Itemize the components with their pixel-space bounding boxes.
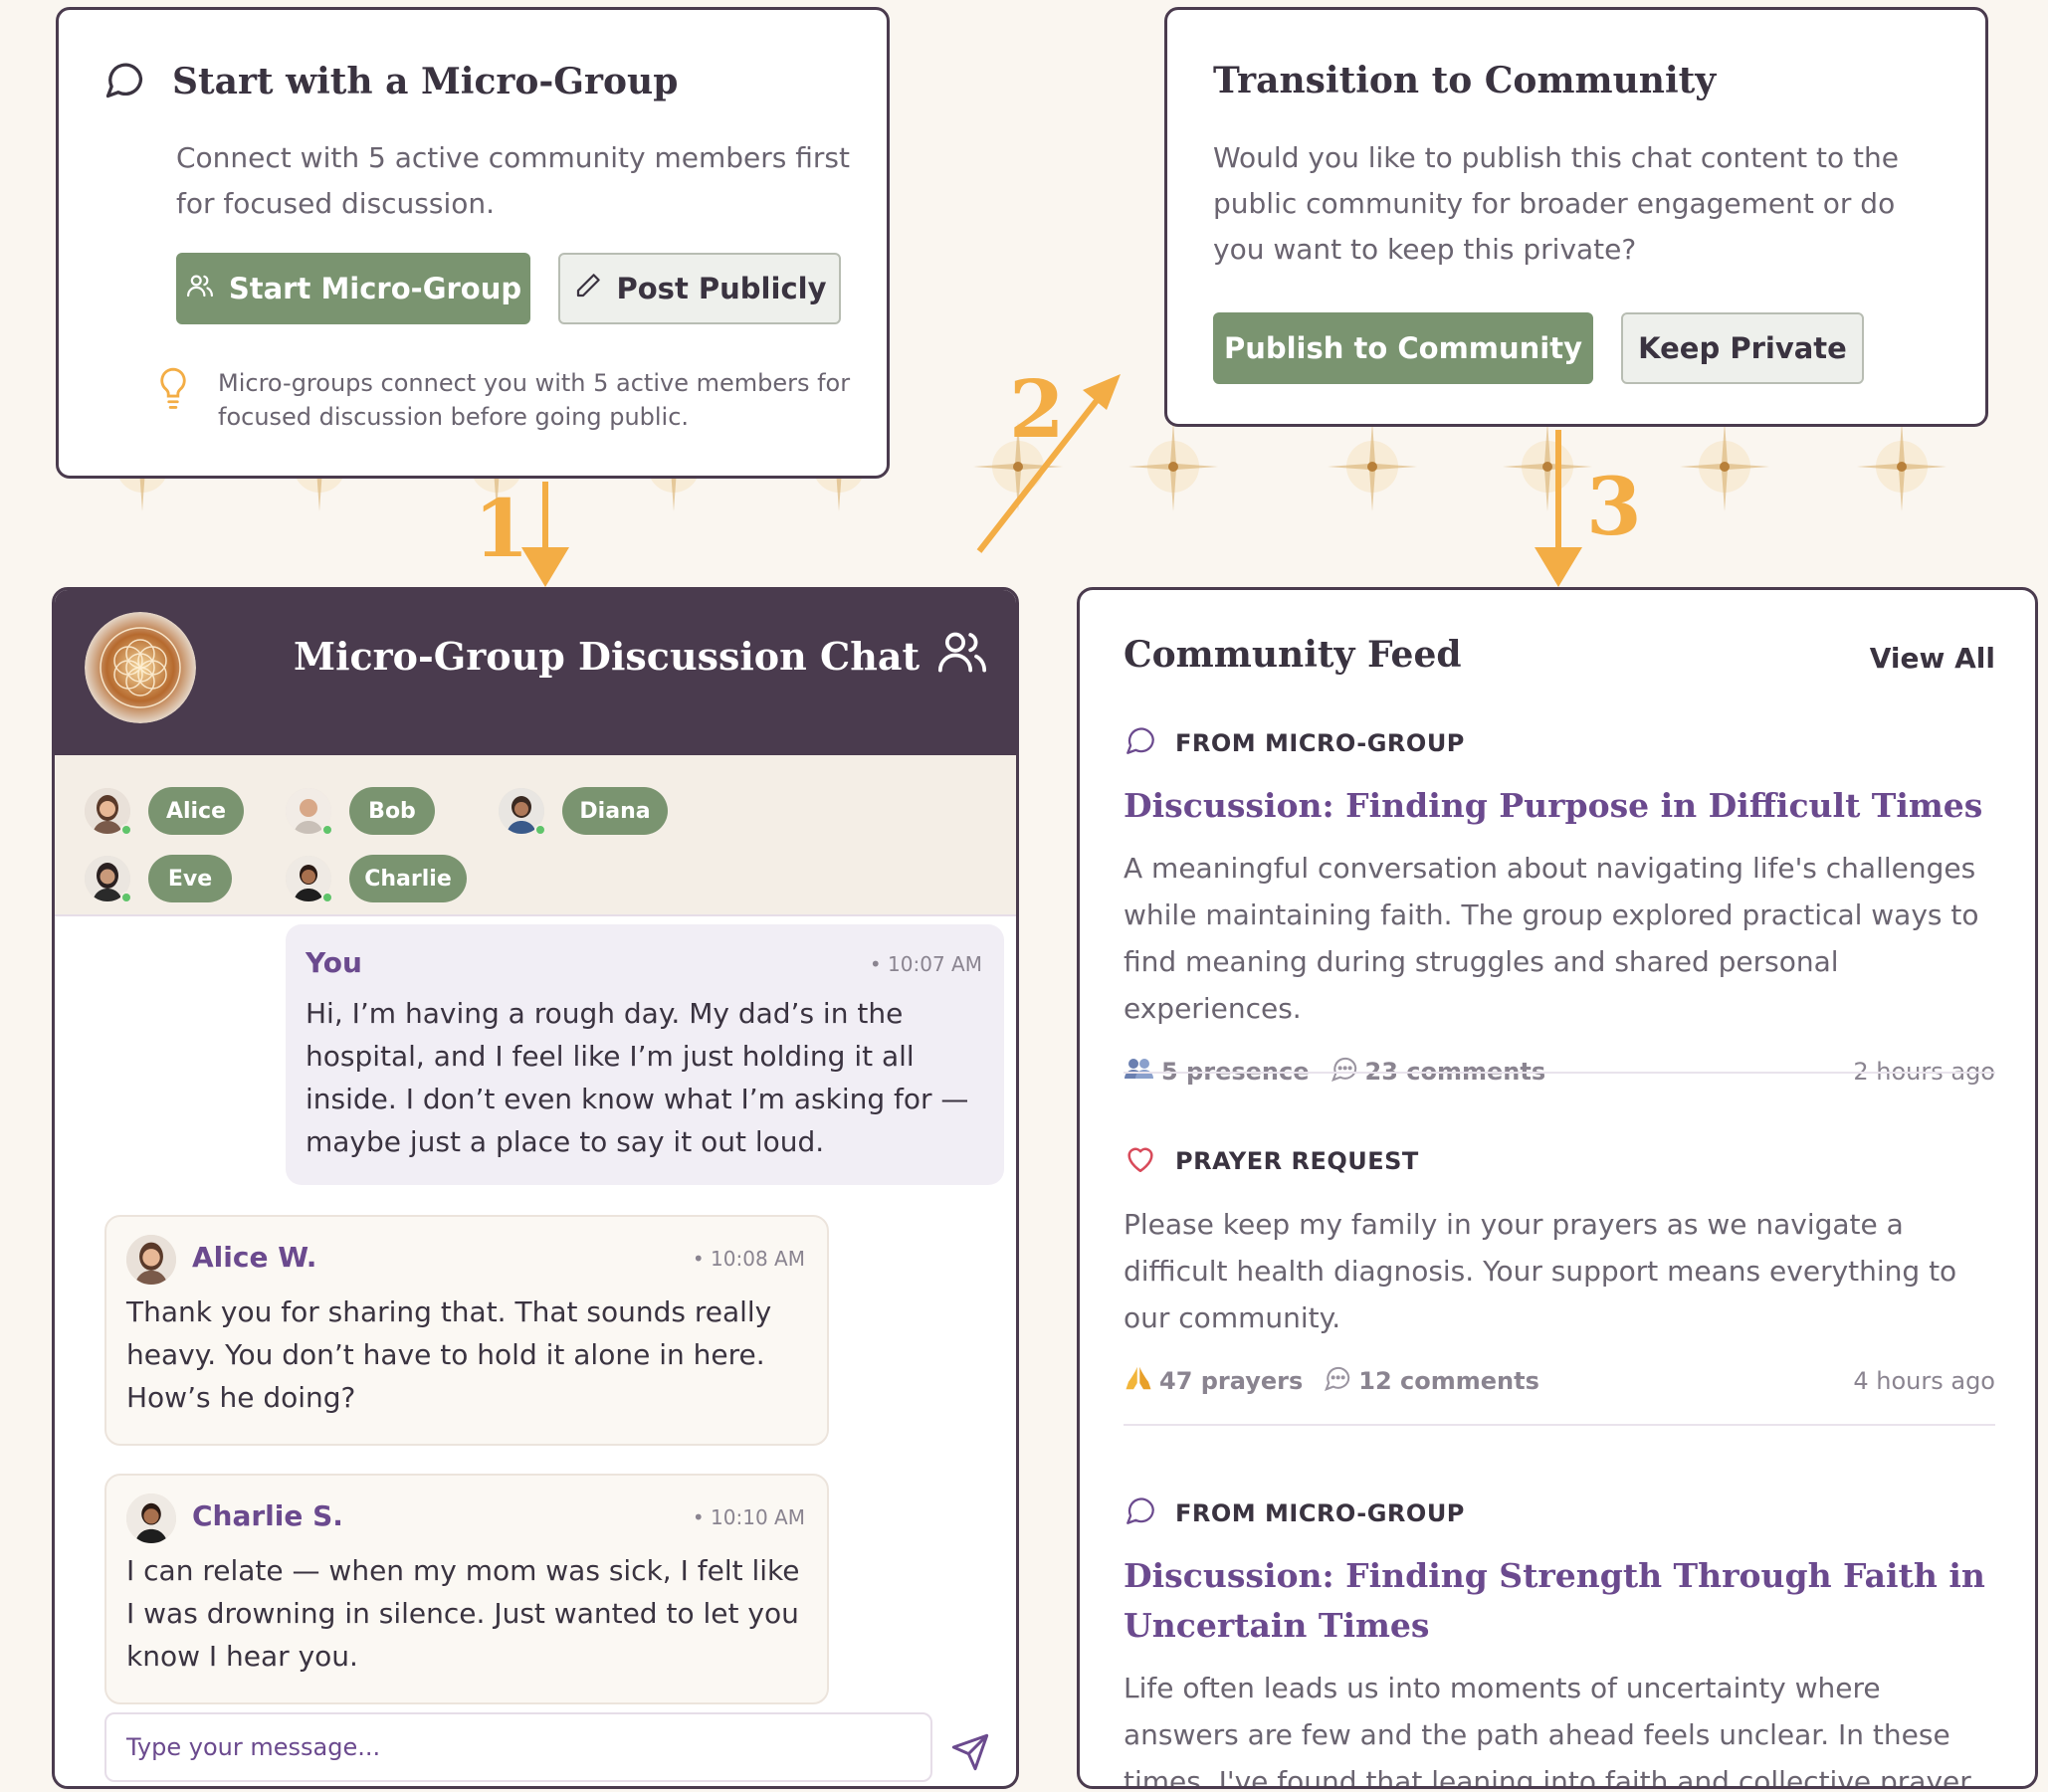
post-body: A meaningful conversation about navigati… (1124, 852, 1979, 1025)
arrow-step-3 (1535, 430, 1582, 587)
chat-message: Charlie S. • 10:10 AM I can relate — whe… (104, 1474, 829, 1704)
member-eve[interactable]: Eve (85, 855, 232, 903)
post-kind: FROM MICRO-GROUP (1124, 723, 1995, 763)
avatar (85, 788, 132, 836)
avatar (286, 788, 333, 836)
message-input[interactable]: Type your message... (104, 1712, 932, 1782)
start-micro-group-label: Start Micro-Group (228, 272, 522, 305)
message-author: Alice W. (192, 1241, 317, 1274)
keep-private-button[interactable]: Keep Private (1621, 312, 1864, 384)
sparkle-decoration (1670, 412, 1779, 521)
step-3-label: 3 (1586, 460, 1642, 553)
post-kind-label: FROM MICRO-GROUP (1175, 729, 1465, 757)
feed-post[interactable]: PRAYER REQUEST Please keep my family in … (1124, 1141, 1995, 1399)
post-body: Life often leads us into moments of unce… (1124, 1672, 1971, 1789)
prayers-stat[interactable]: 47 prayers (1124, 1363, 1303, 1399)
micro-group-card: Start with a Micro-Group Connect with 5 … (56, 7, 890, 479)
post-kind: FROM MICRO-GROUP (1124, 1493, 1995, 1533)
chat-title: Micro-Group Discussion Chat (294, 634, 921, 679)
chat-header: Micro-Group Discussion Chat (55, 590, 1016, 755)
community-logo (85, 612, 196, 723)
feed-post[interactable]: FROM MICRO-GROUP Discussion: Finding Str… (1124, 1493, 1995, 1789)
avatar (126, 1235, 176, 1285)
message-time: • 10:07 AM (869, 952, 982, 976)
members-icon[interactable] (934, 624, 990, 684)
feed-post[interactable]: FROM MICRO-GROUP Discussion: Finding Pur… (1124, 723, 1995, 1090)
avatar (85, 856, 132, 903)
member-charlie[interactable]: Charlie (286, 855, 467, 903)
post-meta: 47 prayers 12 comments 4 hours ago (1124, 1363, 1995, 1399)
sparkle-decoration (1847, 412, 1956, 521)
micro-group-tip-text: Micro-groups connect you with 5 active m… (218, 369, 851, 431)
prayer-hands-icon (1124, 1363, 1153, 1399)
post-publicly-label: Post Publicly (616, 272, 827, 305)
users-icon (185, 271, 215, 307)
comments-count: 12 comments (1358, 1367, 1539, 1395)
post-title[interactable]: Discussion: Finding Strength Through Fai… (1124, 1551, 1995, 1651)
chat-bubble-icon (102, 58, 146, 105)
avatar (286, 856, 333, 903)
member-chip: Alice (148, 787, 244, 835)
chat-bubble-icon (1124, 723, 1157, 763)
post-title[interactable]: Discussion: Finding Purpose in Difficult… (1124, 781, 1995, 831)
member-chip: Eve (148, 855, 232, 902)
message-text: Thank you for sharing that. That sounds … (126, 1295, 772, 1414)
micro-group-card-header: Start with a Micro-Group (102, 58, 678, 105)
post-publicly-button[interactable]: Post Publicly (558, 253, 841, 324)
micro-group-chat: Micro-Group Discussion Chat Alice Bob Di… (52, 587, 1019, 1789)
post-divider (1124, 1424, 1995, 1426)
community-feed: Community Feed View All FROM MICRO-GROUP… (1077, 587, 2038, 1789)
view-all-link[interactable]: View All (1870, 642, 1995, 675)
message-text: Hi, I’m having a rough day. My dad’s in … (306, 997, 969, 1158)
start-micro-group-button[interactable]: Start Micro-Group (176, 253, 530, 324)
post-kind-label: FROM MICRO-GROUP (1175, 1499, 1465, 1527)
micro-group-tip: Micro-groups connect you with 5 active m… (156, 366, 873, 434)
member-diana[interactable]: Diana (499, 787, 668, 836)
message-author: You (306, 946, 362, 979)
sparkle-decoration (1318, 412, 1427, 521)
message-time: • 10:08 AM (692, 1247, 805, 1271)
message-author: Charlie S. (192, 1499, 343, 1532)
heart-icon (1124, 1141, 1157, 1181)
member-chip: Diana (562, 787, 668, 835)
step-1-label: 1 (474, 482, 529, 575)
publish-to-community-button[interactable]: Publish to Community (1213, 312, 1593, 384)
transition-card-title: Transition to Community (1213, 60, 1717, 101)
send-icon[interactable] (950, 1732, 990, 1776)
message-time: • 10:10 AM (692, 1505, 805, 1529)
message-text: I can relate — when my mom was sick, I f… (126, 1554, 800, 1673)
member-chip: Charlie (349, 855, 467, 902)
chat-message: Alice W. • 10:08 AM Thank you for sharin… (104, 1215, 829, 1446)
comment-icon (1323, 1363, 1352, 1399)
feed-title: Community Feed (1124, 634, 1462, 676)
chat-bubble-icon (1124, 1493, 1157, 1533)
member-list: Alice Bob Diana Eve Charlie (55, 755, 1016, 916)
post-kind-label: PRAYER REQUEST (1175, 1147, 1419, 1175)
member-chip: Bob (349, 787, 435, 835)
post-divider (1124, 1072, 1995, 1074)
micro-group-card-title: Start with a Micro-Group (172, 61, 679, 102)
post-kind: PRAYER REQUEST (1124, 1141, 1995, 1181)
avatar (126, 1493, 176, 1543)
post-time: 4 hours ago (1853, 1367, 1995, 1395)
avatar (499, 788, 546, 836)
lightbulb-icon (156, 366, 190, 434)
chat-message-own: You • 10:07 AM Hi, I’m having a rough da… (286, 924, 1004, 1185)
prayers-count: 47 prayers (1159, 1367, 1304, 1395)
sparkle-decoration (1119, 412, 1228, 521)
transition-card: Transition to Community Would you like t… (1164, 7, 1988, 427)
step-2-label: 2 (1009, 362, 1065, 456)
post-body: Please keep my family in your prayers as… (1124, 1208, 1957, 1334)
comments-stat[interactable]: 12 comments (1323, 1363, 1539, 1399)
pencil-icon (573, 271, 603, 307)
transition-card-description: Would you like to publish this chat cont… (1213, 141, 1899, 266)
member-bob[interactable]: Bob (286, 787, 435, 836)
member-alice[interactable]: Alice (85, 787, 244, 836)
micro-group-card-description: Connect with 5 active community members … (176, 141, 850, 220)
